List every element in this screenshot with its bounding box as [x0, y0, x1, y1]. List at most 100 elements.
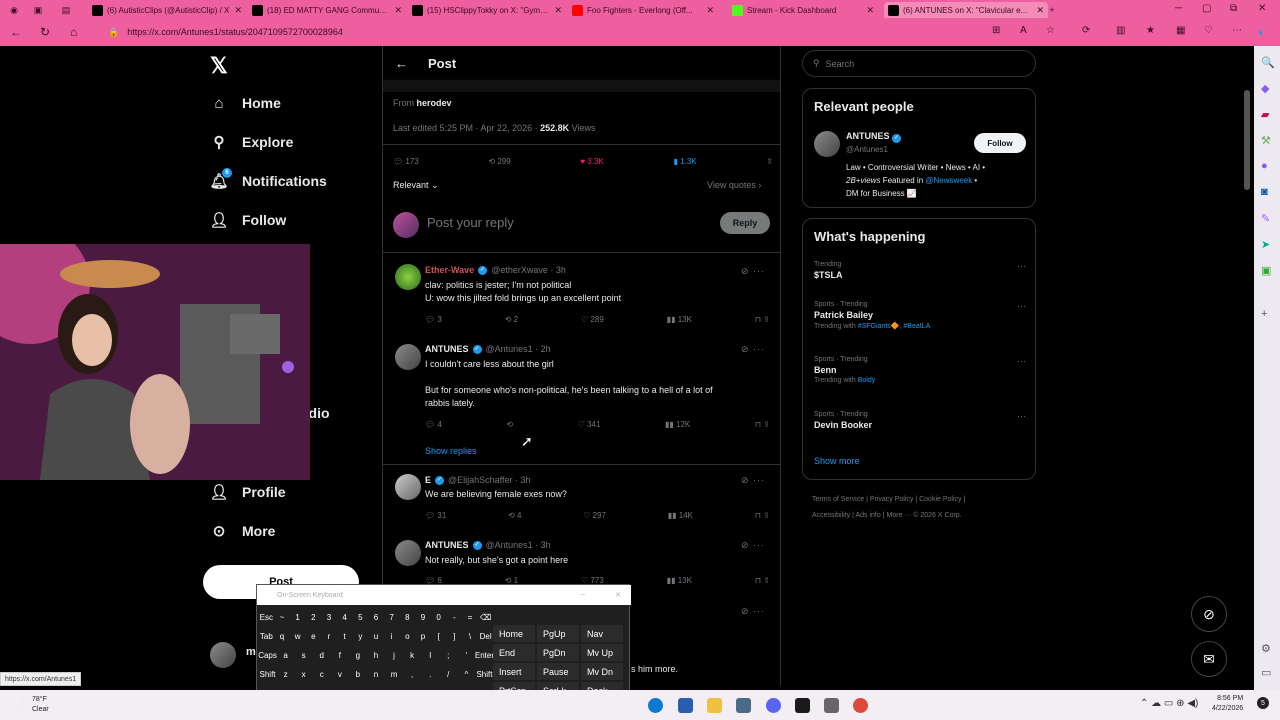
bookmark-action[interactable]: ▮ 1.3K — [674, 157, 697, 166]
key[interactable]: y — [353, 628, 368, 644]
like-action[interactable]: ♡ 297 — [583, 511, 606, 520]
tab-4[interactable]: Foo Fighters - Everlong (Off... ✕ — [568, 2, 718, 18]
menu-icon[interactable]: ⋯ — [1232, 25, 1242, 36]
key[interactable]: = — [463, 609, 478, 625]
key[interactable]: h — [367, 647, 384, 663]
reply-button[interactable]: Reply — [720, 212, 770, 234]
new-tab-icon[interactable]: + — [1046, 4, 1058, 16]
account-avatar[interactable] — [210, 642, 236, 668]
key[interactable]: \ — [463, 628, 478, 644]
person-handle[interactable]: @Antunes1 — [846, 145, 888, 154]
reply-action[interactable]: 💬︎ 173 — [393, 157, 419, 166]
weather-widget[interactable]: 78°F Clear — [32, 695, 49, 715]
footer-line[interactable]: Terms of Service | Privacy Policy | Cook… — [812, 492, 1032, 508]
key[interactable]: Del — [478, 628, 493, 644]
trend-item[interactable]: Trending $TSLA ··· — [814, 261, 1026, 280]
tweet-author[interactable]: ANTUNES ✓ @Antunes1 · 2h — [425, 344, 551, 354]
copilot-side-icon[interactable]: ◆ — [1261, 82, 1269, 95]
collections-icon[interactable]: ▦ — [1176, 25, 1185, 36]
key[interactable]: a — [277, 647, 294, 663]
tweet-menu-icon[interactable]: ⊘ ··· — [741, 266, 765, 277]
outlook-icon[interactable]: ◙ — [1261, 186, 1268, 198]
tweet-2[interactable]: ANTUNES ✓ @Antunes1 · 2h ⊘ ··· I couldn't … — [383, 336, 780, 466]
key[interactable]: ^ — [458, 666, 475, 682]
person-avatar[interactable] — [814, 131, 840, 157]
edge-taskbar-icon[interactable] — [648, 698, 663, 713]
key[interactable]: 2 — [306, 609, 321, 625]
views-action[interactable]: ▮▮ 13K — [667, 315, 692, 324]
tweet-author[interactable]: ANTUNES ✓ @Antunes1 · 3h — [425, 540, 551, 550]
key[interactable]: ; — [440, 647, 457, 663]
tweet-1[interactable]: Ether-Wave ✓ @etherXwave · 3h ⊘ ··· clav: … — [383, 254, 780, 334]
from-app[interactable]: herodev — [417, 98, 452, 108]
trend-item[interactable]: Sports · Trending Devin Booker ··· — [814, 411, 1026, 430]
tweet-menu-icon[interactable]: ⊘ ··· — [741, 606, 765, 617]
bookmark-icon[interactable]: ⊓ ⇪ — [755, 511, 770, 520]
key[interactable]: - — [447, 609, 462, 625]
close-tab-icon[interactable]: ✕ — [394, 5, 402, 16]
close-tab-icon[interactable]: ✕ — [706, 5, 714, 16]
more-icon[interactable]: ··· — [1017, 301, 1026, 311]
trend-sub-link[interactable]: Boldy — [858, 377, 876, 384]
nav-notifications[interactable]: 🔔︎ 6 Notifications — [209, 168, 327, 190]
reply-input[interactable]: Post your reply — [427, 215, 514, 230]
osk-close-icon[interactable]: ✕ — [615, 591, 621, 599]
key[interactable]: v — [331, 666, 348, 682]
tray-icons[interactable]: ⌃ ☁ ▭ ⊕ ◀) — [1140, 698, 1198, 709]
view-quotes-link[interactable]: View quotes › — [707, 180, 761, 190]
shopping-icon[interactable]: ▰ — [1261, 108, 1269, 121]
key[interactable]: End — [493, 644, 535, 661]
key[interactable]: Enter — [475, 647, 494, 663]
messages-button[interactable]: ✉ — [1191, 641, 1227, 677]
close-tab-icon[interactable]: ✕ — [234, 5, 242, 16]
restore-icon[interactable]: ⧉ — [1230, 3, 1237, 14]
key[interactable]: m — [386, 666, 403, 682]
hide-sidebar-icon[interactable]: ▭ — [1261, 666, 1271, 679]
more-icon[interactable]: ··· — [1017, 261, 1026, 271]
key[interactable]: 8 — [400, 609, 415, 625]
key[interactable]: Caps — [258, 647, 277, 663]
key[interactable]: u — [369, 628, 384, 644]
settings-taskbar-icon[interactable] — [824, 698, 839, 713]
show-more-link[interactable]: Show more — [814, 456, 860, 466]
like-action[interactable]: ♥ 3.3K — [580, 157, 603, 166]
key[interactable]: ' — [458, 647, 475, 663]
key[interactable]: s — [295, 647, 312, 663]
store-taskbar-icon[interactable] — [678, 698, 693, 713]
workspaces-icon[interactable]: ▣ — [32, 4, 44, 16]
key[interactable]: 9 — [416, 609, 431, 625]
back-arrow-icon[interactable]: ← — [395, 56, 408, 71]
person-name-row[interactable]: ANTUNES ✓ — [846, 131, 902, 143]
tweet-author[interactable]: Ether-Wave ✓ @etherXwave · 3h — [425, 265, 566, 275]
key[interactable]: 6 — [369, 609, 384, 625]
extensions-icon[interactable]: ⟳ — [1082, 25, 1090, 36]
more-icon[interactable]: ··· — [1017, 411, 1026, 421]
trend-item[interactable]: Sports · Trending Benn Trending with Boldy… — [814, 356, 1026, 384]
favorite-icon[interactable]: ☆ — [1046, 25, 1055, 36]
split-screen-icon[interactable]: ▥ — [1116, 25, 1125, 36]
key[interactable]: c — [313, 666, 330, 682]
key[interactable]: g — [349, 647, 366, 663]
key[interactable]: ] — [447, 628, 462, 644]
maximize-icon[interactable]: ▢ — [1202, 3, 1211, 14]
key[interactable]: Insert — [493, 663, 535, 680]
key[interactable]: z — [277, 666, 294, 682]
key[interactable]: Pause — [537, 663, 579, 680]
newsweek-link[interactable]: @Newsweek — [925, 176, 972, 185]
tab-2[interactable]: (18) ED MATTY GANG Community / X ✕ — [248, 2, 406, 18]
nav-more[interactable]: ⊙ More — [210, 522, 276, 540]
tweet-menu-icon[interactable]: ⊘ ··· — [741, 475, 765, 486]
page-scrollbar[interactable] — [1242, 46, 1252, 686]
reload-icon[interactable]: ↻ — [40, 25, 50, 39]
key[interactable]: 1 — [290, 609, 305, 625]
views-action[interactable]: ▮▮ 12K — [665, 420, 690, 429]
close-tab-icon[interactable]: ✕ — [554, 5, 562, 16]
grok-button[interactable]: ⊘ — [1191, 596, 1227, 632]
tweet-menu-icon[interactable]: ⊘ ··· — [741, 540, 765, 551]
url-field[interactable]: 🔒 https://x.com/Antunes1/status/20471095… — [100, 22, 980, 42]
account-name-partial[interactable]: m — [246, 646, 256, 658]
key[interactable]: q — [275, 628, 290, 644]
tweet-avatar[interactable] — [395, 344, 421, 370]
key[interactable]: o — [400, 628, 415, 644]
key[interactable]: b — [349, 666, 366, 682]
